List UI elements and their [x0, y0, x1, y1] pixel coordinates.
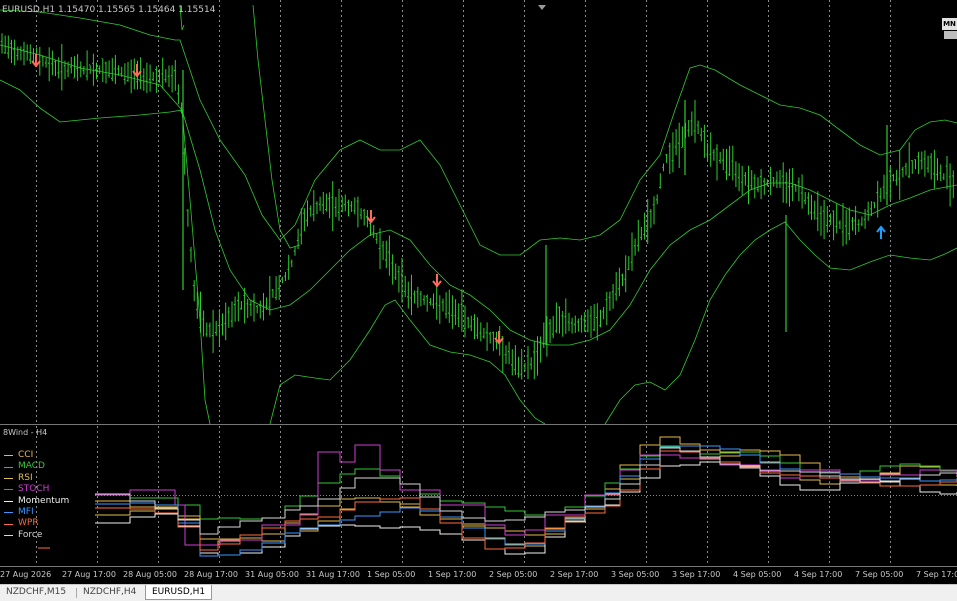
indicator-window-title: 8Wind - H4 [3, 428, 48, 437]
chart-area[interactable]: EURUSD,H1 1.15470 1.15565 1.15464 1.1551… [0, 0, 957, 579]
mn-button[interactable]: MN [942, 18, 957, 30]
legend-item-momentum: Momentum [4, 496, 69, 507]
legend-swatch [4, 512, 13, 514]
time-axis-label: 3 Sep 17:00 [672, 570, 721, 579]
price-chart[interactable] [0, 0, 957, 567]
legend-label: WPR [18, 518, 39, 529]
legend-swatch [4, 535, 13, 537]
legend-item-mfi: MFI [4, 507, 69, 518]
legend-label: CCI [18, 450, 34, 460]
time-axis-label: 27 Aug 17:00 [62, 570, 116, 579]
rsi-line [95, 454, 957, 547]
bollinger-upper-band [0, 9, 957, 256]
legend-swatch [4, 478, 13, 480]
time-axis-label: 2 Sep 05:00 [489, 570, 538, 579]
bollinger-lower-band [0, 79, 211, 425]
time-axis-label: 1 Sep 05:00 [367, 570, 416, 579]
bollinger-lower-band [604, 221, 957, 425]
legend-item-wpr: WPR [4, 518, 69, 529]
legend-item-stoch: STOCH [4, 484, 69, 495]
legend-item-cci: CCI [4, 450, 69, 461]
time-axis-label: 4 Sep 17:00 [794, 570, 843, 579]
legend-item-force: Force [4, 530, 69, 541]
legend-label: STOCH [18, 484, 50, 495]
chart-tab-nzdchf-h4[interactable]: NZDCHF,H4 [77, 585, 142, 600]
legend-swatch [4, 523, 13, 525]
time-axis-label: 3 Sep 05:00 [611, 570, 660, 579]
legend-item-macd: MACD [4, 461, 69, 472]
macd-line [95, 445, 957, 520]
legend-label: MACD [18, 461, 45, 472]
chart-tabs-bar: NZDCHF,M15 NZDCHF,H4 EURUSD,H1 [0, 584, 957, 601]
sell-signal-arrow-icon [432, 274, 442, 288]
time-axis-label: 1 Sep 17:00 [428, 570, 477, 579]
sell-signal-arrow-icon [366, 210, 376, 224]
time-axis-label: 28 Aug 17:00 [184, 570, 238, 579]
symbol-info-label: EURUSD,H1 1.15470 1.15565 1.15464 1.1551… [2, 5, 216, 15]
time-axis-label: 7 Sep 17:00 [916, 570, 957, 579]
legend-swatch [4, 489, 13, 491]
buy-signal-arrow-icon [876, 225, 886, 239]
force-line [95, 447, 957, 535]
bollinger-upper-band [252, 4, 301, 249]
time-axis-label: 28 Aug 05:00 [123, 570, 177, 579]
secondary-small-button[interactable] [944, 31, 957, 39]
legend-swatch [4, 466, 13, 468]
legend-swatch [4, 500, 13, 502]
time-axis-label: 31 Aug 05:00 [245, 570, 299, 579]
time-axis-label: 27 Aug 2026 [0, 570, 52, 579]
legend-item-rsi: RSI [4, 473, 69, 484]
legend-label: Force [18, 529, 43, 540]
chart-tab-nzdchf-m15[interactable]: NZDCHF,M15 [0, 585, 72, 600]
legend-label: MFI [18, 507, 34, 518]
bollinger-lower-band [269, 299, 546, 425]
legend-label: Momentum [18, 495, 70, 506]
time-axis-label: 4 Sep 05:00 [733, 570, 782, 579]
chart-tab-eurusd-h1[interactable]: EURUSD,H1 [145, 585, 213, 600]
time-axis-label: 7 Sep 05:00 [855, 570, 904, 579]
time-axis-label: 31 Aug 17:00 [306, 570, 360, 579]
chart-shift-marker [538, 5, 546, 10]
indicator-legend: CCI MACD RSI STOCH Momentum MFI WPR Force [4, 450, 69, 541]
time-axis-label: 2 Sep 17:00 [550, 570, 599, 579]
legend-swatch [4, 455, 13, 457]
cci-line [95, 436, 957, 546]
legend-label: RSI [18, 472, 33, 483]
